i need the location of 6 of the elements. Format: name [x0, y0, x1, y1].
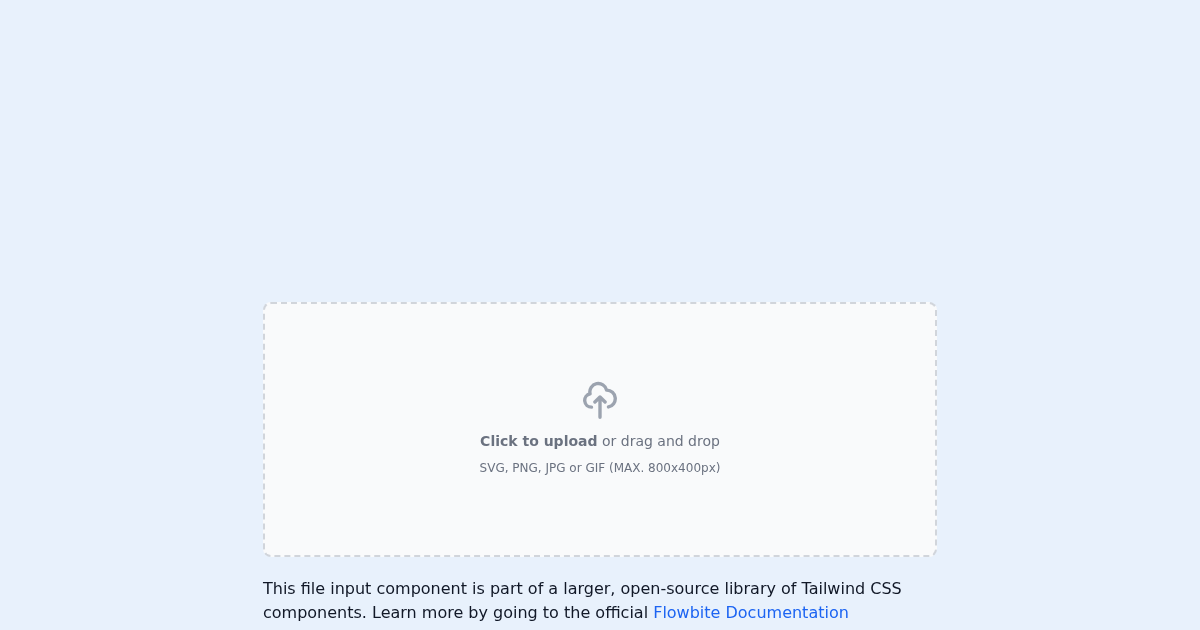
file-type-hint: SVG, PNG, JPG or GIF (MAX. 800x400px): [479, 459, 721, 476]
description-text: This file input component is part of a larger, open-source library of Tailwind CSS components. Learn more by going to the official Flowbite Documentation: [263, 578, 903, 624]
documentation-link[interactable]: Flowbite Documentation: [653, 603, 849, 622]
cloud-upload-icon: [583, 379, 617, 419]
upload-prompt: Click to upload or drag and drop: [480, 431, 720, 451]
upload-dropzone[interactable]: Click to upload or drag and drop SVG, PNG, JPG or GIF (MAX. 800x400px): [263, 302, 937, 557]
